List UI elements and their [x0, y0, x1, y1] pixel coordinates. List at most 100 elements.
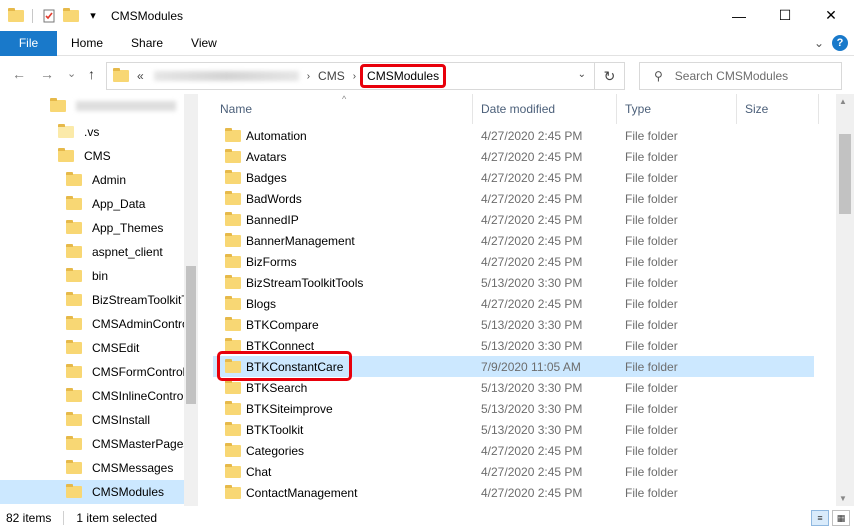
table-row[interactable]: Automation 4/27/2020 2:45 PM File folder	[213, 125, 814, 146]
tab-file[interactable]: File	[0, 30, 57, 56]
file-name: Badges	[246, 170, 287, 185]
nav-item-label: CMSInlineControls	[92, 389, 193, 403]
tab-home[interactable]: Home	[57, 31, 117, 56]
help-icon[interactable]: ?	[832, 35, 848, 51]
nav-item[interactable]: App_Themes	[66, 216, 163, 240]
file-type: File folder	[625, 485, 678, 500]
column-header-date[interactable]: Date modified	[481, 94, 555, 124]
nav-item[interactable]: CMSMessages	[66, 456, 173, 480]
folder-icon	[225, 148, 241, 163]
search-box[interactable]: ⚲ Search CMSModules	[639, 62, 842, 90]
nav-item[interactable]: CMSModules	[66, 480, 164, 504]
table-row[interactable]: BannerManagement 4/27/2020 2:45 PM File fo…	[213, 230, 814, 251]
nav-item[interactable]: CMSInlineControls	[66, 384, 192, 408]
table-row[interactable]: Blogs 4/27/2020 2:45 PM File folder	[213, 293, 814, 314]
folder-icon	[66, 220, 82, 234]
large-icons-view-icon[interactable]: ▦	[832, 510, 850, 526]
nav-item[interactable]: bin	[66, 264, 108, 288]
table-row[interactable]: BTKToolkit 5/13/2020 3:30 PM File folder	[213, 419, 814, 440]
nav-item-label: aspnet_client	[92, 245, 163, 259]
file-name-cell: Automation	[225, 127, 307, 143]
nav-item[interactable]: CMS	[58, 144, 111, 168]
tab-share[interactable]: Share	[117, 31, 177, 56]
properties-icon[interactable]	[41, 8, 57, 24]
ribbon-expand-icon[interactable]: ⌄	[814, 36, 824, 50]
table-row[interactable]: Badges 4/27/2020 2:45 PM File folder	[213, 167, 814, 188]
refresh-button[interactable]: ↻	[595, 62, 625, 90]
nav-item-label: CMSMessages	[92, 461, 174, 475]
folder-icon	[225, 337, 241, 352]
scroll-down-icon[interactable]: ▼	[839, 494, 847, 503]
folder-icon	[225, 484, 241, 499]
table-row[interactable]: Chat 4/27/2020 2:45 PM File folder	[213, 461, 814, 482]
date-modified: 4/27/2020 2:45 PM	[481, 485, 583, 500]
search-input[interactable]: Search CMSModules	[675, 69, 788, 83]
nav-item-redacted[interactable]	[50, 94, 176, 118]
folder-icon	[225, 253, 241, 268]
folder-icon	[225, 211, 241, 226]
file-name-cell: BTKToolkit	[225, 421, 303, 437]
folder-icon	[225, 274, 241, 289]
forward-icon[interactable]: →	[40, 66, 54, 82]
maximize-button[interactable]: ☐	[762, 0, 808, 31]
table-row[interactable]: BizForms 4/27/2020 2:45 PM File folder	[213, 251, 814, 272]
file-name: BannedIP	[246, 212, 299, 227]
table-row[interactable]: ContactManagement 4/27/2020 2:45 PM File f…	[213, 482, 814, 503]
folder-icon	[66, 340, 82, 354]
file-name-cell: Badges	[225, 169, 287, 185]
column-header-type[interactable]: Type	[625, 94, 651, 124]
new-folder-icon[interactable]	[63, 7, 79, 22]
close-button[interactable]: ✕	[808, 0, 854, 31]
date-modified: 4/27/2020 2:45 PM	[481, 170, 583, 185]
nav-item[interactable]: CMSInstall	[66, 408, 150, 432]
folder-icon	[66, 268, 82, 282]
table-row[interactable]: BTKSiteimprove 5/13/2020 3:30 PM File fold…	[213, 398, 814, 419]
file-name: BizForms	[246, 254, 297, 269]
nav-item[interactable]: BizStreamToolkitTo	[66, 288, 194, 312]
column-header-name[interactable]: Name	[220, 94, 252, 124]
content-scrollbar-thumb[interactable]	[839, 134, 851, 214]
table-row[interactable]: BizStreamToolkitTools 5/13/2020 3:30 PM Fi…	[213, 272, 814, 293]
nav-item[interactable]: CMSFormControls	[66, 360, 191, 384]
breadcrumb-overflow[interactable]: «	[137, 69, 144, 83]
back-icon[interactable]: ←	[12, 66, 26, 82]
breadcrumb-separator[interactable]: ›	[353, 71, 356, 82]
folder-icon	[225, 463, 241, 478]
date-modified: 4/27/2020 2:45 PM	[481, 233, 583, 248]
address-dropdown-icon[interactable]: ⌄	[578, 69, 586, 80]
nav-item[interactable]: CMSEdit	[66, 336, 139, 360]
customize-qa-icon[interactable]: ▾	[85, 8, 101, 24]
address-bar[interactable]: « › CMS › CMSModules ⌄	[106, 62, 595, 90]
table-row[interactable]: BTKCompare 5/13/2020 3:30 PM File folder	[213, 314, 814, 335]
file-type: File folder	[625, 317, 678, 332]
recent-locations-icon[interactable]: ⌄	[67, 67, 76, 80]
folder-icon	[225, 400, 241, 415]
file-name: BTKSearch	[246, 380, 308, 395]
file-name-cell: Categories	[225, 442, 304, 458]
date-modified: 4/27/2020 2:45 PM	[481, 464, 583, 479]
table-row[interactable]: Avatars 4/27/2020 2:45 PM File folder	[213, 146, 814, 167]
details-view-icon[interactable]: ≡	[811, 510, 829, 526]
tab-view[interactable]: View	[177, 31, 231, 56]
nav-scrollbar-thumb[interactable]	[186, 266, 196, 404]
nav-item[interactable]: CMSMasterPages	[66, 432, 189, 456]
breadcrumb-cms[interactable]: CMS	[318, 69, 345, 83]
up-icon[interactable]: ↑	[88, 66, 95, 82]
scroll-up-icon[interactable]: ▲	[839, 97, 847, 106]
table-row[interactable]: BadWords 4/27/2020 2:45 PM File folder	[213, 188, 814, 209]
column-header-size[interactable]: Size	[745, 94, 768, 124]
file-name: BizStreamToolkitTools	[246, 275, 364, 290]
nav-item[interactable]: Admin	[66, 168, 126, 192]
nav-item[interactable]: .vs	[58, 120, 99, 144]
minimize-button[interactable]: —	[716, 0, 762, 31]
breadcrumb-separator[interactable]: ›	[307, 71, 310, 82]
table-row[interactable]: Categories 4/27/2020 2:45 PM File folder	[213, 440, 814, 461]
folder-icon	[225, 316, 241, 331]
breadcrumb-cmsmodules[interactable]: CMSModules	[360, 64, 447, 88]
file-type: File folder	[625, 380, 678, 395]
folder-icon	[66, 244, 82, 258]
nav-item[interactable]: App_Data	[66, 192, 145, 216]
nav-item[interactable]: CMSAdminContro	[66, 312, 189, 336]
nav-item[interactable]: aspnet_client	[66, 240, 163, 264]
table-row[interactable]: BannedIP 4/27/2020 2:45 PM File folder	[213, 209, 814, 230]
